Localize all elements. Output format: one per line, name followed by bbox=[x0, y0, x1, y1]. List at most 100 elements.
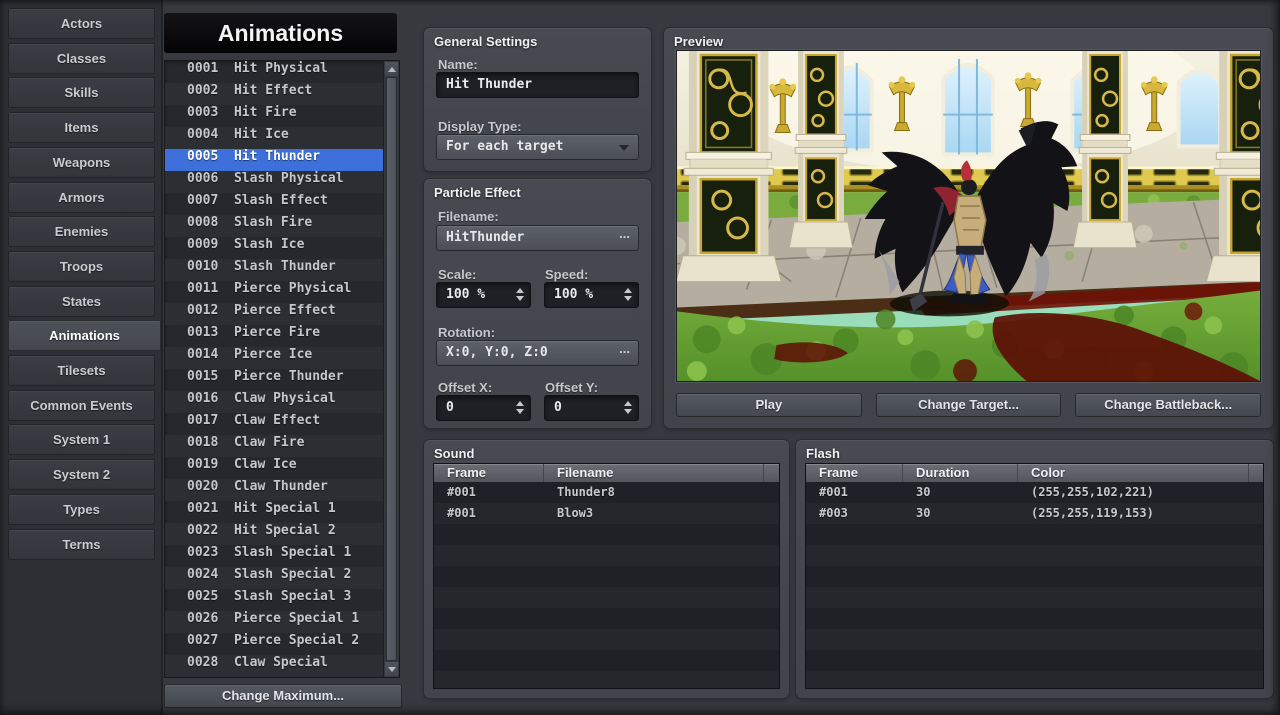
sidebar-tab-animations[interactable]: Animations bbox=[8, 320, 161, 351]
flash-panel: Flash Frame Duration Color #00130(255,25… bbox=[796, 440, 1273, 698]
display-type-label: Display Type: bbox=[438, 119, 522, 134]
list-item-0024[interactable]: 0024 Slash Special 2 bbox=[165, 567, 383, 589]
offset-y-label: Offset Y: bbox=[545, 380, 598, 395]
list-item-0003[interactable]: 0003 Hit Fire bbox=[165, 105, 383, 127]
preview-panel: Preview bbox=[664, 28, 1273, 428]
arrow-up-icon bbox=[388, 67, 396, 72]
sidebar-tab-troops[interactable]: Troops bbox=[8, 251, 155, 282]
list-item-0012[interactable]: 0012 Pierce Effect bbox=[165, 303, 383, 325]
offset-x-spinner[interactable]: 0 bbox=[436, 395, 531, 421]
table-cell: 30 bbox=[903, 482, 1018, 503]
sidebar-tab-system-2[interactable]: System 2 bbox=[8, 459, 155, 490]
panel-title: Particle Effect bbox=[434, 185, 521, 200]
flash-table-body: #00130(255,255,102,221)#00330(255,255,11… bbox=[806, 482, 1263, 524]
list-scrollbar[interactable] bbox=[383, 61, 399, 677]
sidebar-tab-common-events[interactable]: Common Events bbox=[8, 390, 155, 421]
list-item-0027[interactable]: 0027 Pierce Special 2 bbox=[165, 633, 383, 655]
sound-table[interactable]: Frame Filename #001Thunder8#001Blow3 bbox=[434, 464, 779, 688]
sidebar-tab-terms[interactable]: Terms bbox=[8, 529, 155, 560]
scroll-up-button[interactable] bbox=[385, 62, 398, 76]
scroll-down-button[interactable] bbox=[385, 662, 398, 676]
sidebar-tab-items[interactable]: Items bbox=[8, 112, 155, 143]
list-item-0014[interactable]: 0014 Pierce Ice bbox=[165, 347, 383, 369]
sidebar-tab-enemies[interactable]: Enemies bbox=[8, 216, 155, 247]
column-header-frame[interactable]: Frame bbox=[434, 464, 544, 482]
spinner-arrows-icon[interactable] bbox=[516, 288, 524, 301]
particle-effect-panel: Particle Effect Filename: HitThunder ...… bbox=[424, 179, 651, 428]
list-item-0011[interactable]: 0011 Pierce Physical bbox=[165, 281, 383, 303]
column-header-color[interactable]: Color bbox=[1018, 464, 1249, 482]
list-item-0008[interactable]: 0008 Slash Fire bbox=[165, 215, 383, 237]
table-row[interactable]: #001Blow3 bbox=[434, 503, 779, 524]
table-cell: #003 bbox=[806, 503, 903, 524]
display-type-dropdown[interactable]: For each target bbox=[436, 134, 639, 160]
scroll-thumb[interactable] bbox=[386, 77, 397, 661]
spinner-arrows-icon[interactable] bbox=[624, 288, 632, 301]
filename-button[interactable]: HitThunder ... bbox=[436, 225, 639, 251]
offset-y-spinner[interactable]: 0 bbox=[544, 395, 639, 421]
table-row[interactable]: #001Thunder8 bbox=[434, 482, 779, 503]
list-item-0001[interactable]: 0001 Hit Physical bbox=[165, 61, 383, 83]
name-input[interactable]: Hit Thunder bbox=[436, 72, 639, 98]
list-item-0025[interactable]: 0025 Slash Special 3 bbox=[165, 589, 383, 611]
table-cell: #001 bbox=[434, 503, 544, 524]
sidebar-tab-tilesets[interactable]: Tilesets bbox=[8, 355, 155, 386]
list-item-0017[interactable]: 0017 Claw Effect bbox=[165, 413, 383, 435]
change-battleback-button[interactable]: Change Battleback... bbox=[1075, 393, 1261, 417]
list-item-0015[interactable]: 0015 Pierce Thunder bbox=[165, 369, 383, 391]
list-item-0028[interactable]: 0028 Claw Special bbox=[165, 655, 383, 677]
filename-label: Filename: bbox=[438, 209, 499, 224]
list-item-0009[interactable]: 0009 Slash Ice bbox=[165, 237, 383, 259]
play-button[interactable]: Play bbox=[676, 393, 862, 417]
speed-label: Speed: bbox=[545, 267, 588, 282]
list-item-0010[interactable]: 0010 Slash Thunder bbox=[165, 259, 383, 281]
flash-table-header: Frame Duration Color bbox=[806, 464, 1263, 482]
list-item-0005[interactable]: 0005 Hit Thunder bbox=[165, 149, 383, 171]
battleback-art bbox=[677, 51, 1260, 381]
spinner-arrows-icon[interactable] bbox=[624, 401, 632, 414]
spinner-arrows-icon[interactable] bbox=[516, 401, 524, 414]
sidebar-tab-types[interactable]: Types bbox=[8, 494, 155, 525]
list-item-0006[interactable]: 0006 Slash Physical bbox=[165, 171, 383, 193]
list-item-0004[interactable]: 0004 Hit Ice bbox=[165, 127, 383, 149]
table-row[interactable]: #00330(255,255,119,153) bbox=[806, 503, 1263, 524]
rotation-button[interactable]: X:0, Y:0, Z:0 ... bbox=[436, 340, 639, 366]
list-item-0018[interactable]: 0018 Claw Fire bbox=[165, 435, 383, 457]
sidebar-tab-skills[interactable]: Skills bbox=[8, 77, 155, 108]
panel-title: General Settings bbox=[434, 34, 537, 49]
change-maximum-button[interactable]: Change Maximum... bbox=[164, 684, 402, 708]
list-item-0016[interactable]: 0016 Claw Physical bbox=[165, 391, 383, 413]
list-item-0007[interactable]: 0007 Slash Effect bbox=[165, 193, 383, 215]
sidebar-tab-classes[interactable]: Classes bbox=[8, 43, 155, 74]
list-item-0021[interactable]: 0021 Hit Special 1 bbox=[165, 501, 383, 523]
flash-table[interactable]: Frame Duration Color #00130(255,255,102,… bbox=[806, 464, 1263, 688]
sidebar-tab-armors[interactable]: Armors bbox=[8, 182, 155, 213]
sidebar-tab-states[interactable]: States bbox=[8, 286, 155, 317]
column-header-filename[interactable]: Filename bbox=[544, 464, 764, 482]
table-cell: 30 bbox=[903, 503, 1018, 524]
column-header-duration[interactable]: Duration bbox=[903, 464, 1018, 482]
column-header-frame[interactable]: Frame bbox=[806, 464, 903, 482]
browse-ellipsis: ... bbox=[619, 341, 630, 356]
table-cell: Thunder8 bbox=[544, 482, 764, 503]
list-item-0022[interactable]: 0022 Hit Special 2 bbox=[165, 523, 383, 545]
list-item-0023[interactable]: 0023 Slash Special 1 bbox=[165, 545, 383, 567]
table-row[interactable]: #00130(255,255,102,221) bbox=[806, 482, 1263, 503]
browse-ellipsis: ... bbox=[619, 226, 630, 241]
table-cell: #001 bbox=[434, 482, 544, 503]
scale-spinner[interactable]: 100 % bbox=[436, 282, 531, 308]
list-item-0020[interactable]: 0020 Claw Thunder bbox=[165, 479, 383, 501]
speed-spinner[interactable]: 100 % bbox=[544, 282, 639, 308]
sidebar-tab-actors[interactable]: Actors bbox=[8, 8, 155, 39]
filename-value: HitThunder bbox=[446, 230, 524, 245]
list-item-0019[interactable]: 0019 Claw Ice bbox=[165, 457, 383, 479]
animation-listbox[interactable]: 0001 Hit Physical0002 Hit Effect0003 Hit… bbox=[164, 60, 400, 678]
list-item-0013[interactable]: 0013 Pierce Fire bbox=[165, 325, 383, 347]
sidebar-tab-system-1[interactable]: System 1 bbox=[8, 424, 155, 455]
table-cell: (255,255,119,153) bbox=[1018, 503, 1249, 524]
panel-title: Sound bbox=[434, 446, 474, 461]
list-item-0026[interactable]: 0026 Pierce Special 1 bbox=[165, 611, 383, 633]
list-item-0002[interactable]: 0002 Hit Effect bbox=[165, 83, 383, 105]
sidebar-tab-weapons[interactable]: Weapons bbox=[8, 147, 155, 178]
change-target-button[interactable]: Change Target... bbox=[876, 393, 1062, 417]
